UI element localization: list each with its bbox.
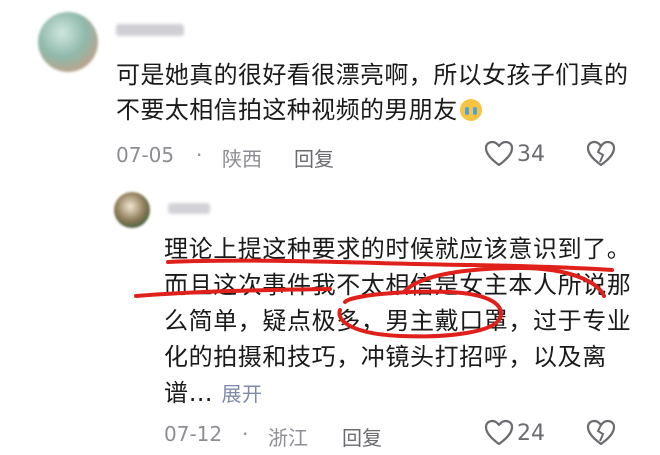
reply-commenter-avatar[interactable] bbox=[114, 192, 150, 228]
reply-comment-text: 理论上提这种要求的时候就应该意识到了。而且这次事件我不太相信是女主本人所说那么简… bbox=[164, 235, 632, 407]
like-icon[interactable] bbox=[484, 419, 514, 447]
meta-separator: · bbox=[242, 422, 249, 446]
commenter-name-blurred[interactable] bbox=[116, 24, 184, 36]
like-count: 24 bbox=[517, 421, 545, 446]
comment-text: 可是她真的很好看很漂亮啊，所以女孩子们真的不要太相信拍这种视频的男朋友 bbox=[116, 61, 629, 124]
reply-date: 07-12 bbox=[164, 422, 223, 446]
meta-separator: · bbox=[196, 143, 203, 167]
reply-reply-button[interactable]: 回复 bbox=[342, 422, 382, 451]
like-icon[interactable] bbox=[484, 140, 514, 168]
commenter-avatar[interactable] bbox=[38, 12, 98, 72]
comment-date: 07-05 bbox=[116, 143, 175, 167]
comment-location: 陕西 bbox=[222, 147, 262, 171]
dislike-icon[interactable] bbox=[586, 140, 616, 168]
loudly-crying-face-icon bbox=[459, 99, 482, 121]
reply-button[interactable]: 回复 bbox=[294, 143, 334, 172]
reply-location: 浙江 bbox=[268, 426, 308, 450]
like-count: 34 bbox=[517, 142, 545, 167]
expand-link[interactable]: 展开 bbox=[221, 382, 262, 406]
reply-commenter-name-blurred[interactable] bbox=[168, 203, 210, 214]
dislike-icon[interactable] bbox=[586, 419, 616, 447]
